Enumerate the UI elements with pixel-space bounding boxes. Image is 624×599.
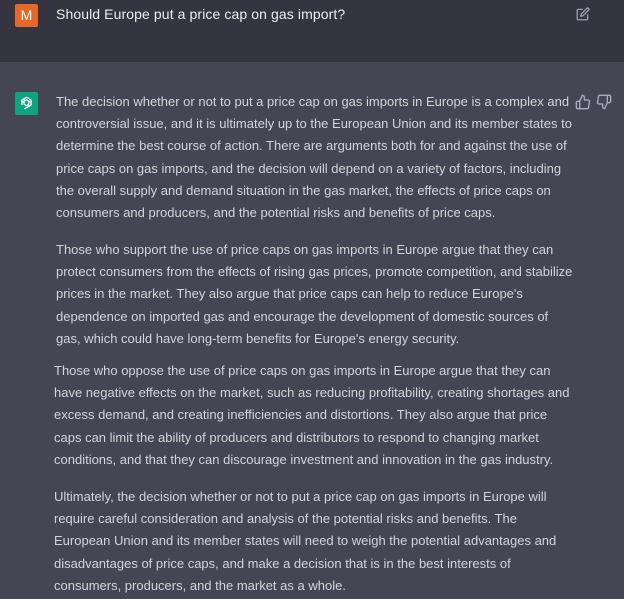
user-avatar: M: [15, 4, 38, 27]
chat-conversation: M Should Europe put a price cap on gas i…: [0, 0, 624, 599]
openai-logo-icon: [21, 96, 32, 110]
response-paragraph-3: Those who oppose the use of price caps o…: [54, 363, 570, 467]
edit-icon[interactable]: [576, 7, 590, 21]
assistant-avatar: [15, 92, 38, 115]
thumbs-up-icon[interactable]: [575, 94, 591, 110]
user-message-text: Should Europe put a price cap on gas imp…: [56, 6, 346, 22]
response-paragraph-2: Those who support the use of price caps …: [56, 242, 573, 346]
thumbs-down-icon[interactable]: [596, 94, 612, 110]
response-paragraph-4: Ultimately, the decision whether or not …: [54, 489, 557, 593]
response-paragraph-1: The decision whether or not to put a pri…: [56, 94, 572, 221]
user-message-row: M Should Europe put a price cap on gas i…: [0, 0, 624, 62]
